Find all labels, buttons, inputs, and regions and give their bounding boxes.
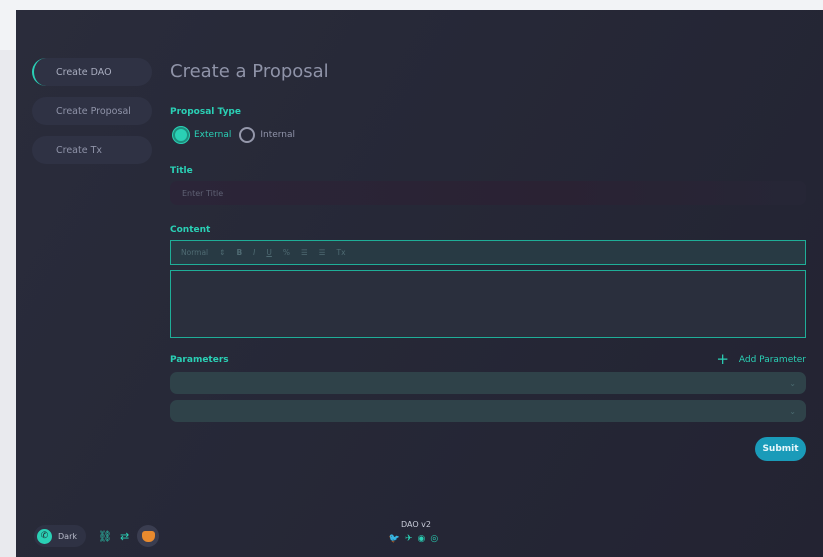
proposal-type-radio-group: External Internal bbox=[173, 127, 303, 143]
proposal-type-label: Proposal Type bbox=[170, 107, 241, 117]
parameters-label: Parameters bbox=[170, 355, 229, 365]
format-select[interactable]: Normal bbox=[181, 248, 208, 257]
underline-button[interactable]: U bbox=[266, 248, 272, 257]
clear-format-button[interactable]: Tx bbox=[336, 248, 345, 257]
twitter-icon[interactable]: 🐦 bbox=[389, 534, 405, 544]
bullet-list-button[interactable]: ☰ bbox=[319, 248, 326, 257]
radio-label: Internal bbox=[260, 130, 296, 140]
theme-toggle[interactable]: ✆ Dark bbox=[34, 525, 86, 547]
swap-icon[interactable]: ⇄ bbox=[120, 530, 129, 543]
sidebar-item-label: Create DAO bbox=[56, 66, 112, 78]
editor-toolbar: Normal ⇕ B I U % ☰ ☰ Tx bbox=[170, 240, 806, 265]
parameter-select[interactable]: ⌄ bbox=[170, 372, 806, 394]
sidebar: Create DAO Create Proposal Create Tx bbox=[32, 58, 152, 175]
bottom-toolbar: ✆ Dark ⛓ ⇄ bbox=[34, 525, 160, 547]
link-button[interactable]: % bbox=[283, 248, 290, 257]
sidebar-item-create-proposal[interactable]: Create Proposal bbox=[32, 97, 152, 125]
content-label: Content bbox=[170, 225, 211, 235]
page-title: Create a Proposal bbox=[170, 61, 329, 82]
social-links: 🐦✈◉◎ bbox=[376, 534, 456, 544]
phone-icon: ✆ bbox=[37, 528, 52, 544]
discord-icon[interactable]: ◎ bbox=[430, 534, 443, 544]
bold-button[interactable]: B bbox=[236, 248, 242, 257]
sidebar-item-label: Create Proposal bbox=[56, 105, 131, 117]
proposal-form: Create a Proposal Proposal Type External… bbox=[170, 58, 806, 461]
radio-external[interactable]: External bbox=[173, 127, 231, 143]
radio-label: External bbox=[194, 130, 232, 140]
parameter-select[interactable]: ⌄ bbox=[170, 400, 806, 422]
sidebar-item-label: Create Tx bbox=[56, 144, 103, 156]
window-top-strip bbox=[0, 0, 823, 10]
radio-internal[interactable]: Internal bbox=[239, 127, 295, 143]
window-left-strip bbox=[0, 10, 16, 50]
submit-button[interactable]: Submit bbox=[755, 437, 806, 461]
reddit-icon[interactable]: ◉ bbox=[418, 534, 431, 544]
app-window: Create DAO Create Proposal Create Tx Cre… bbox=[16, 10, 823, 557]
chevron-down-icon: ⌄ bbox=[789, 378, 796, 388]
sidebar-item-create-tx[interactable]: Create Tx bbox=[32, 136, 152, 164]
plus-icon: + bbox=[716, 350, 729, 368]
italic-button[interactable]: I bbox=[253, 248, 255, 257]
telegram-icon[interactable]: ✈ bbox=[405, 534, 418, 544]
title-label: Title bbox=[170, 166, 193, 176]
radio-selected-icon bbox=[173, 127, 189, 143]
link-icon[interactable]: ⛓ bbox=[98, 530, 112, 543]
ordered-list-button[interactable]: ☰ bbox=[301, 248, 308, 257]
sidebar-item-create-dao[interactable]: Create DAO bbox=[32, 58, 152, 86]
version-label: DAO v2 bbox=[400, 520, 431, 529]
chevron-down-icon: ⌄ bbox=[789, 406, 796, 416]
footer: DAO v2 🐦✈◉◎ bbox=[376, 520, 456, 544]
metamask-fox-icon[interactable] bbox=[137, 525, 160, 547]
add-parameter-label: Add Parameter bbox=[738, 354, 806, 365]
add-parameter-button[interactable]: + Add Parameter bbox=[716, 352, 806, 367]
title-input[interactable] bbox=[170, 181, 806, 205]
radio-unselected-icon bbox=[239, 127, 256, 143]
content-editor[interactable] bbox=[170, 270, 806, 338]
theme-label: Dark bbox=[58, 531, 77, 541]
format-select-arrow-icon: ⇕ bbox=[219, 248, 226, 257]
